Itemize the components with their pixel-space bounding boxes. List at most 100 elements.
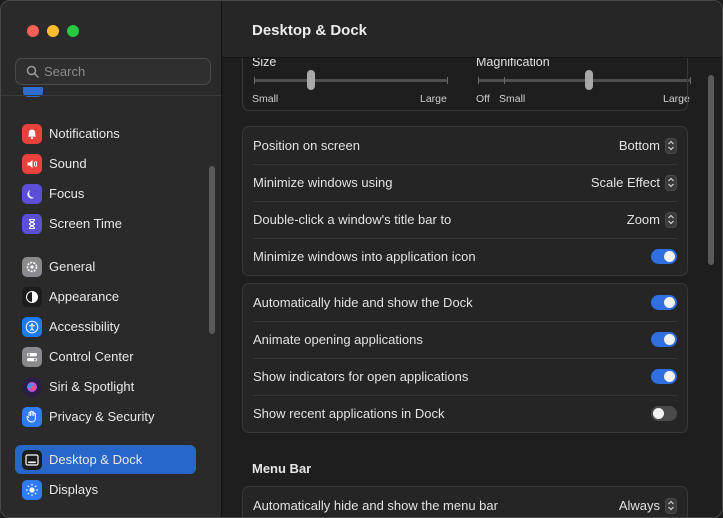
settings-row-minimize-into-icon: Minimize windows into application icon (243, 238, 687, 275)
sidebar-item-label: Privacy & Security (49, 409, 155, 424)
popup-value: Zoom (626, 212, 660, 227)
row-label: Automatically hide and show the Dock (253, 295, 473, 310)
magnification-tick (504, 77, 505, 84)
show-indicators-toggle[interactable] (651, 369, 677, 384)
gear-icon (22, 256, 42, 277)
bell-icon (22, 123, 42, 144)
settings-row-animate-opening: Animate opening applications (243, 321, 687, 358)
chevron-updown-icon (665, 137, 677, 154)
magnification-tick (478, 77, 479, 84)
settings-row-minimize-effect: Minimize windows using Scale Effect (243, 164, 687, 201)
sidebar-item-label: Appearance (49, 289, 120, 304)
main-content: Size Small Large Magnification Off Small… (222, 1, 722, 517)
hourglass-icon (22, 213, 42, 234)
hand-icon (22, 406, 42, 427)
animate-opening-toggle[interactable] (651, 332, 677, 347)
sidebar-item-label: Screen Time (49, 216, 122, 231)
sidebar-item-notifications[interactable]: Notifications (15, 119, 196, 148)
menu-bar-group: Automatically hide and show the menu bar… (242, 486, 688, 517)
position-popup[interactable]: Bottom (618, 137, 677, 154)
minimize-button[interactable] (47, 25, 59, 37)
siri-icon (22, 376, 42, 397)
row-label: Show recent applications in Dock (253, 406, 445, 421)
sidebar-item-sound[interactable]: Sound (15, 149, 196, 178)
title-bar: Desktop & Dock (222, 1, 722, 58)
sidebar-item-label: Siri & Spotlight (49, 379, 135, 394)
toggle-thumb (653, 408, 664, 419)
search-icon (22, 62, 42, 82)
row-label: Animate opening applications (253, 332, 423, 347)
settings-row-double-click: Double-click a window's title bar to Zoo… (243, 201, 687, 238)
row-label: Show indicators for open applications (253, 369, 469, 384)
row-label: Minimize windows using (253, 175, 393, 190)
sidebar-item-label: Focus (49, 186, 85, 201)
moon-icon (22, 183, 42, 204)
sidebar-item-screen-time[interactable]: Screen Time (15, 209, 196, 238)
autohide-dock-toggle[interactable] (651, 295, 677, 310)
toggle-thumb (664, 251, 675, 262)
search-input[interactable] (42, 63, 196, 80)
size-min-label: Small (252, 93, 279, 105)
sidebar-divider (1, 95, 221, 96)
popup-value: Bottom (618, 138, 660, 153)
magnification-slider-track[interactable] (478, 79, 690, 82)
zoom-button[interactable] (67, 25, 79, 37)
sidebar-item-displays[interactable]: Displays (15, 475, 196, 504)
row-label: Automatically hide and show the menu bar (253, 498, 498, 513)
dock-icon (22, 449, 42, 470)
sidebar-item-accessibility[interactable]: Accessibility (15, 312, 196, 341)
sidebar-item-label: Sound (49, 156, 87, 171)
sidebar-item-label: Displays (49, 482, 99, 497)
sidebar-item-label: Control Center (49, 349, 134, 364)
content-scrollbar[interactable] (708, 75, 714, 265)
magnification-min-label: Small (499, 93, 526, 105)
toggle-thumb (664, 334, 675, 345)
chevron-updown-icon (665, 497, 677, 514)
minimize-effect-popup[interactable]: Scale Effect (590, 174, 677, 191)
sidebar-item-desktop-dock[interactable]: Desktop & Dock (15, 445, 196, 474)
chevron-updown-icon (665, 174, 677, 191)
search-field[interactable] (15, 58, 211, 85)
dock-sliders: Size Small Large Magnification Off Small… (252, 53, 692, 109)
sidebar-item-label: Notifications (49, 126, 120, 141)
close-button[interactable] (27, 25, 39, 37)
double-click-popup[interactable]: Zoom (626, 211, 677, 228)
sidebar-item-appearance[interactable]: Appearance (15, 282, 196, 311)
popup-value: Always (618, 498, 660, 513)
popup-value: Scale Effect (590, 175, 660, 190)
speaker-icon (22, 153, 42, 174)
accessibility-icon (22, 316, 42, 337)
sidebar-item-label: Accessibility (49, 319, 120, 334)
chevron-updown-icon (665, 211, 677, 228)
sidebar: Notifications Sound Focus Screen Time Ge… (1, 1, 222, 517)
settings-row-show-recent: Show recent applications in Dock (243, 395, 687, 432)
size-slider-track[interactable] (254, 79, 447, 82)
settings-row-autohide-menubar: Automatically hide and show the menu bar… (243, 487, 687, 517)
row-label: Position on screen (253, 138, 360, 153)
sidebar-item-label: Desktop & Dock (49, 452, 143, 467)
size-max-label: Large (420, 93, 447, 105)
page-title: Desktop & Dock (252, 22, 368, 39)
sidebar-item-control-center[interactable]: Control Center (15, 342, 196, 371)
toggle-thumb (664, 297, 675, 308)
window-controls (27, 25, 79, 37)
magnification-tick (690, 77, 691, 84)
minimize-into-icon-toggle[interactable] (651, 249, 677, 264)
toggle-thumb (664, 371, 675, 382)
sidebar-item-siri-spotlight[interactable]: Siri & Spotlight (15, 372, 196, 401)
sidebar-scrollbar[interactable] (209, 166, 215, 334)
magnification-slider-knob[interactable] (585, 70, 593, 90)
control-center-icon (22, 346, 42, 367)
menu-bar-section-title: Menu Bar (252, 461, 312, 476)
sidebar-item-privacy-security[interactable]: Privacy & Security (15, 402, 196, 431)
sidebar-item-focus[interactable]: Focus (15, 179, 196, 208)
show-recent-toggle[interactable] (651, 406, 677, 421)
dock-options-group: Automatically hide and show the Dock Ani… (242, 283, 688, 433)
magnification-off-label: Off (476, 93, 490, 105)
appearance-icon (22, 286, 42, 307)
size-slider-knob[interactable] (307, 70, 315, 90)
sidebar-item-general[interactable]: General (15, 252, 196, 281)
autohide-menubar-popup[interactable]: Always (618, 497, 677, 514)
row-label: Double-click a window's title bar to (253, 212, 452, 227)
settings-row-show-indicators: Show indicators for open applications (243, 358, 687, 395)
